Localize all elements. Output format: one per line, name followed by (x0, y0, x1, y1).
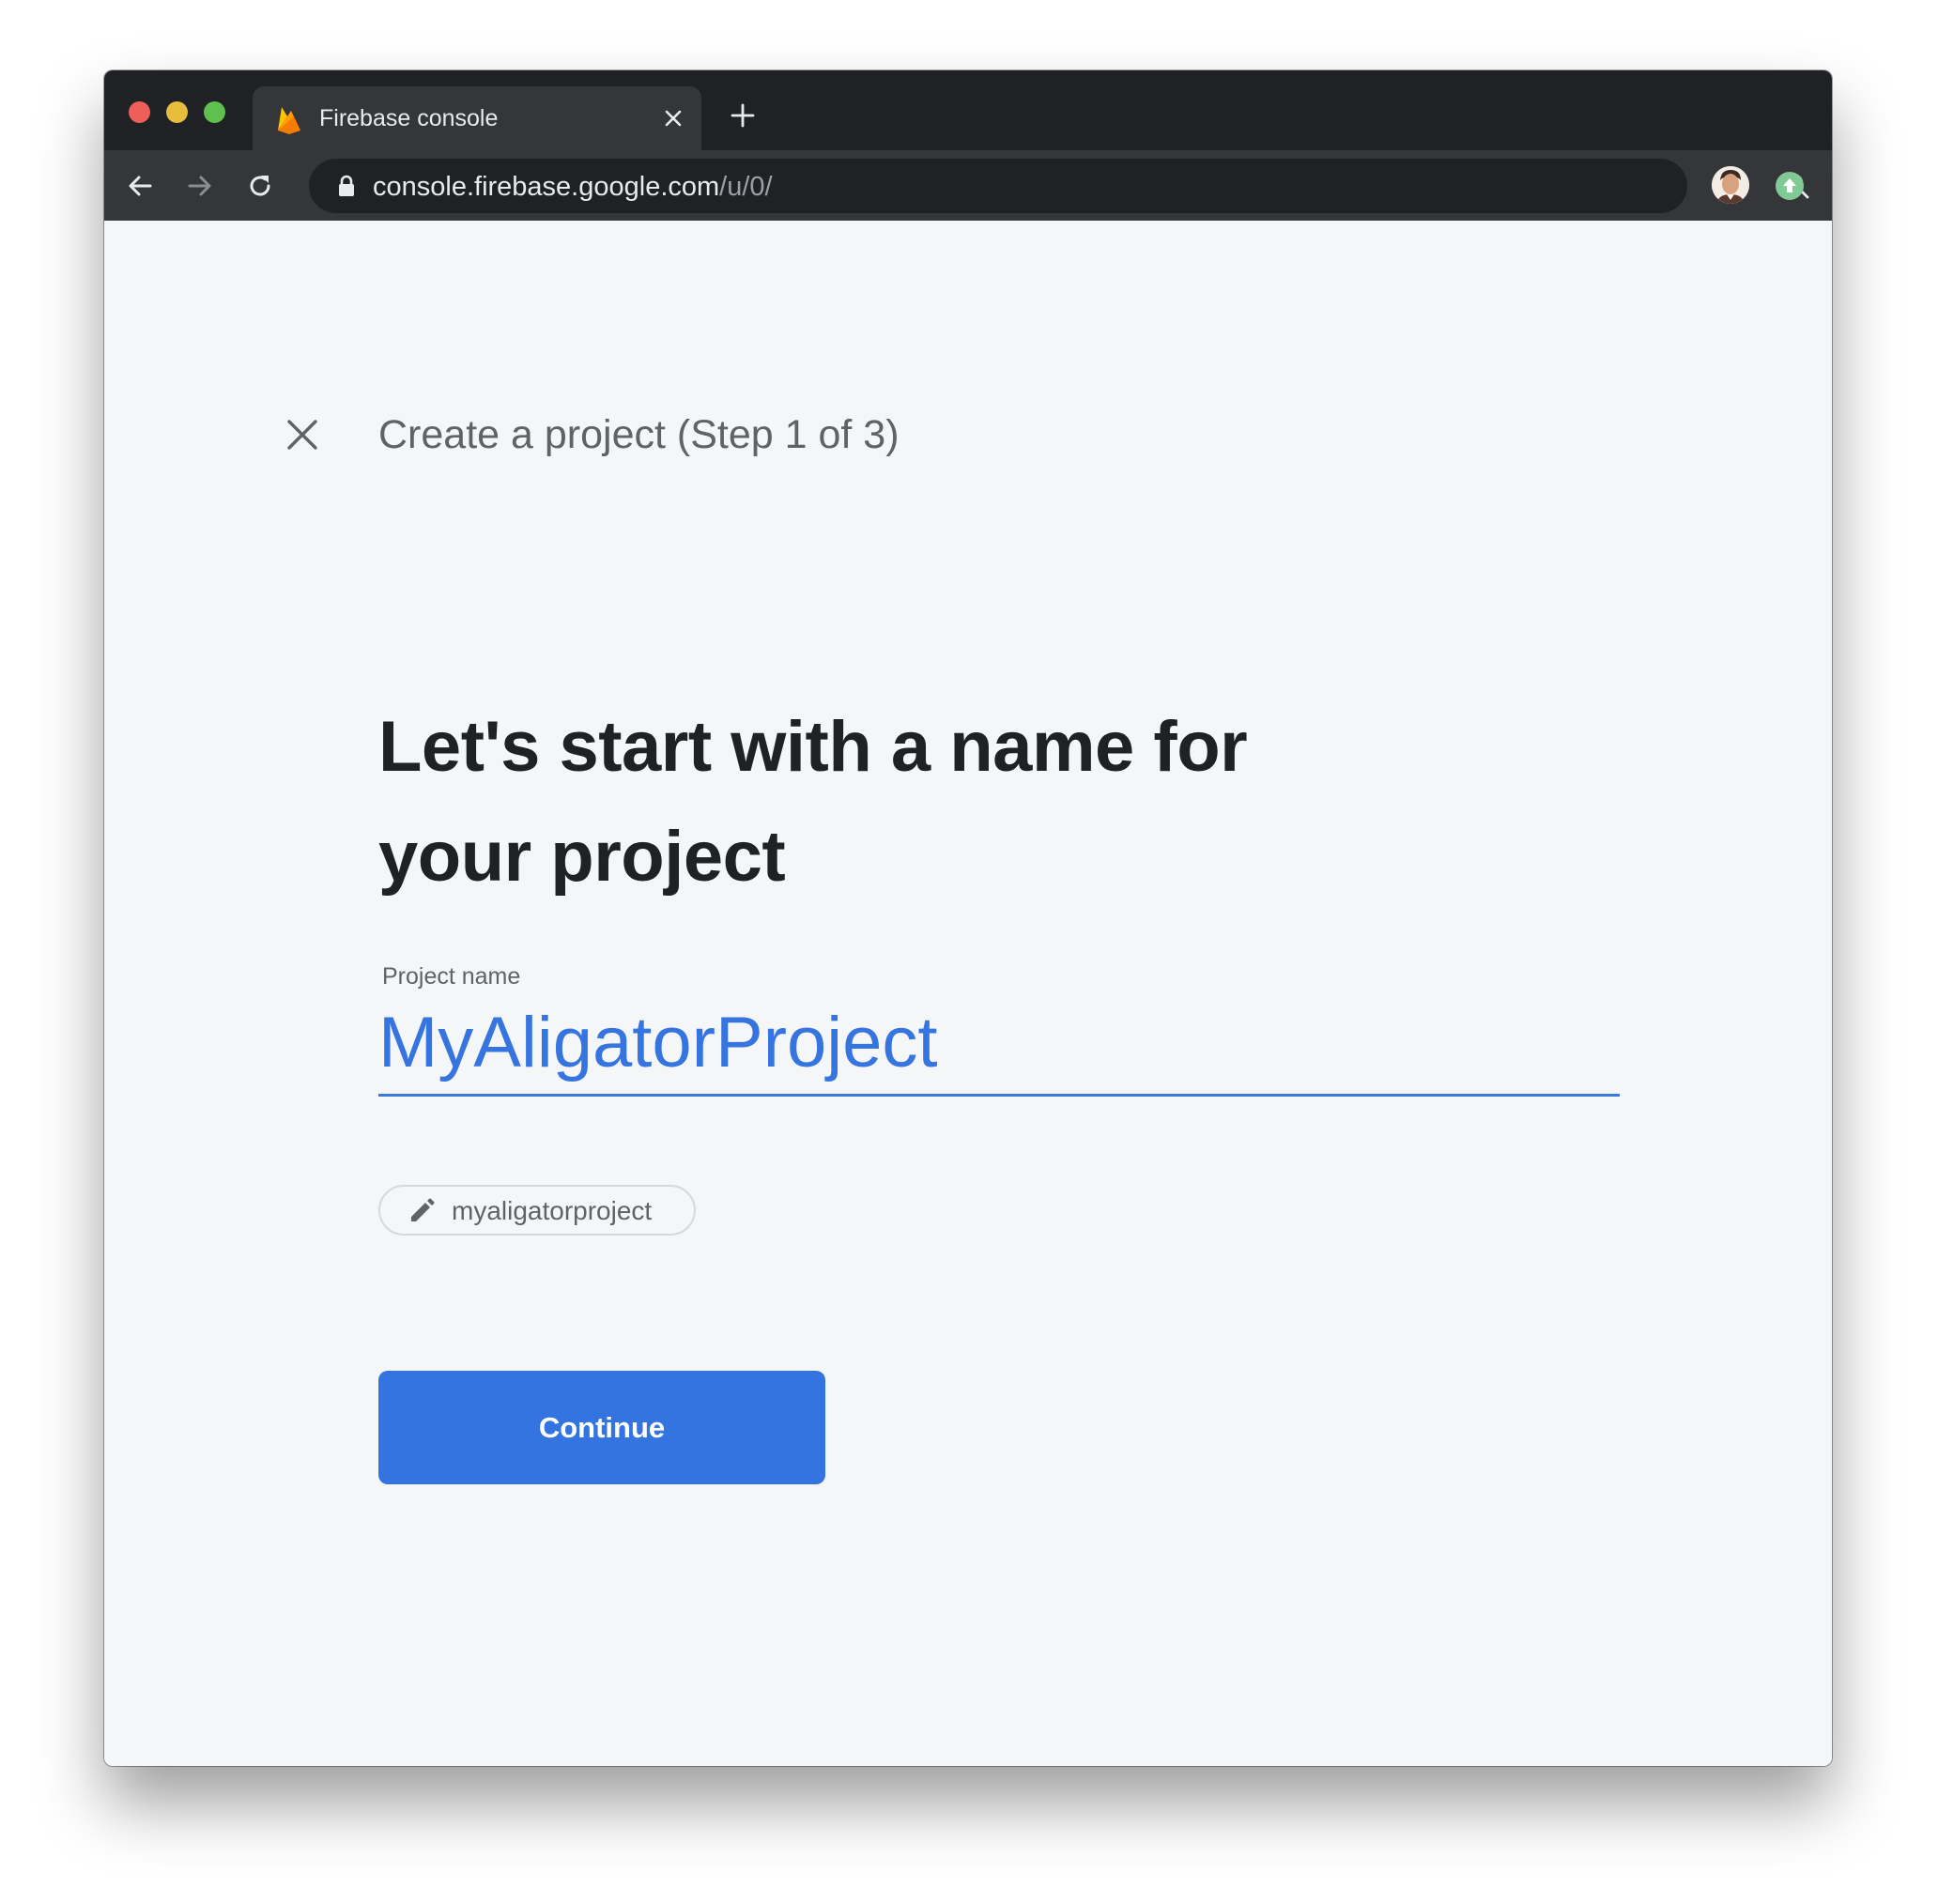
project-id-chip[interactable]: myaligatorproject (378, 1185, 696, 1236)
lock-icon (339, 175, 354, 196)
avatar-image (1712, 166, 1749, 204)
address-bar[interactable]: console.firebase.google.com/u/0/ (309, 159, 1809, 213)
step-title: Create a project (Step 1 of 3) (378, 412, 900, 457)
new-tab-icon[interactable] (729, 101, 757, 130)
project-name-input[interactable] (378, 990, 1620, 1097)
project-id-text: myaligatorproject (452, 1196, 653, 1225)
window-close-button[interactable] (129, 101, 150, 123)
window-maximize-button[interactable] (204, 101, 225, 123)
url-text: console.firebase.google.com/u/0/ (373, 172, 773, 202)
reload-icon[interactable] (245, 171, 275, 201)
project-name-label: Project name (382, 963, 521, 990)
firebase-icon (278, 107, 300, 134)
update-available-icon[interactable] (1775, 171, 1805, 201)
browser-window: Firebase console console.firebase.google… (104, 70, 1832, 1766)
firebase-create-project-page: Create a project (Step 1 of 3) Let's sta… (104, 221, 1832, 1766)
pencil-icon (411, 1198, 435, 1221)
forward-arrow-icon[interactable] (185, 171, 215, 201)
profile-avatar[interactable] (1712, 166, 1749, 204)
back-arrow-icon[interactable] (125, 171, 155, 201)
url-host: console.firebase.google.com (373, 172, 720, 202)
close-icon[interactable] (285, 418, 319, 452)
page-headline: Let's start with a name for your project (378, 707, 1248, 897)
tab-title: Firebase console (319, 105, 499, 131)
continue-button[interactable]: Continue (378, 1371, 825, 1484)
url-path: /u/0/ (719, 172, 773, 202)
tab-close-icon[interactable] (660, 105, 686, 131)
browser-tab-active[interactable]: Firebase console (253, 86, 701, 150)
browser-toolbar: console.firebase.google.com/u/0/ (104, 150, 1832, 221)
window-minimize-button[interactable] (166, 101, 188, 123)
browser-titlebar: Firebase console (104, 70, 1832, 150)
